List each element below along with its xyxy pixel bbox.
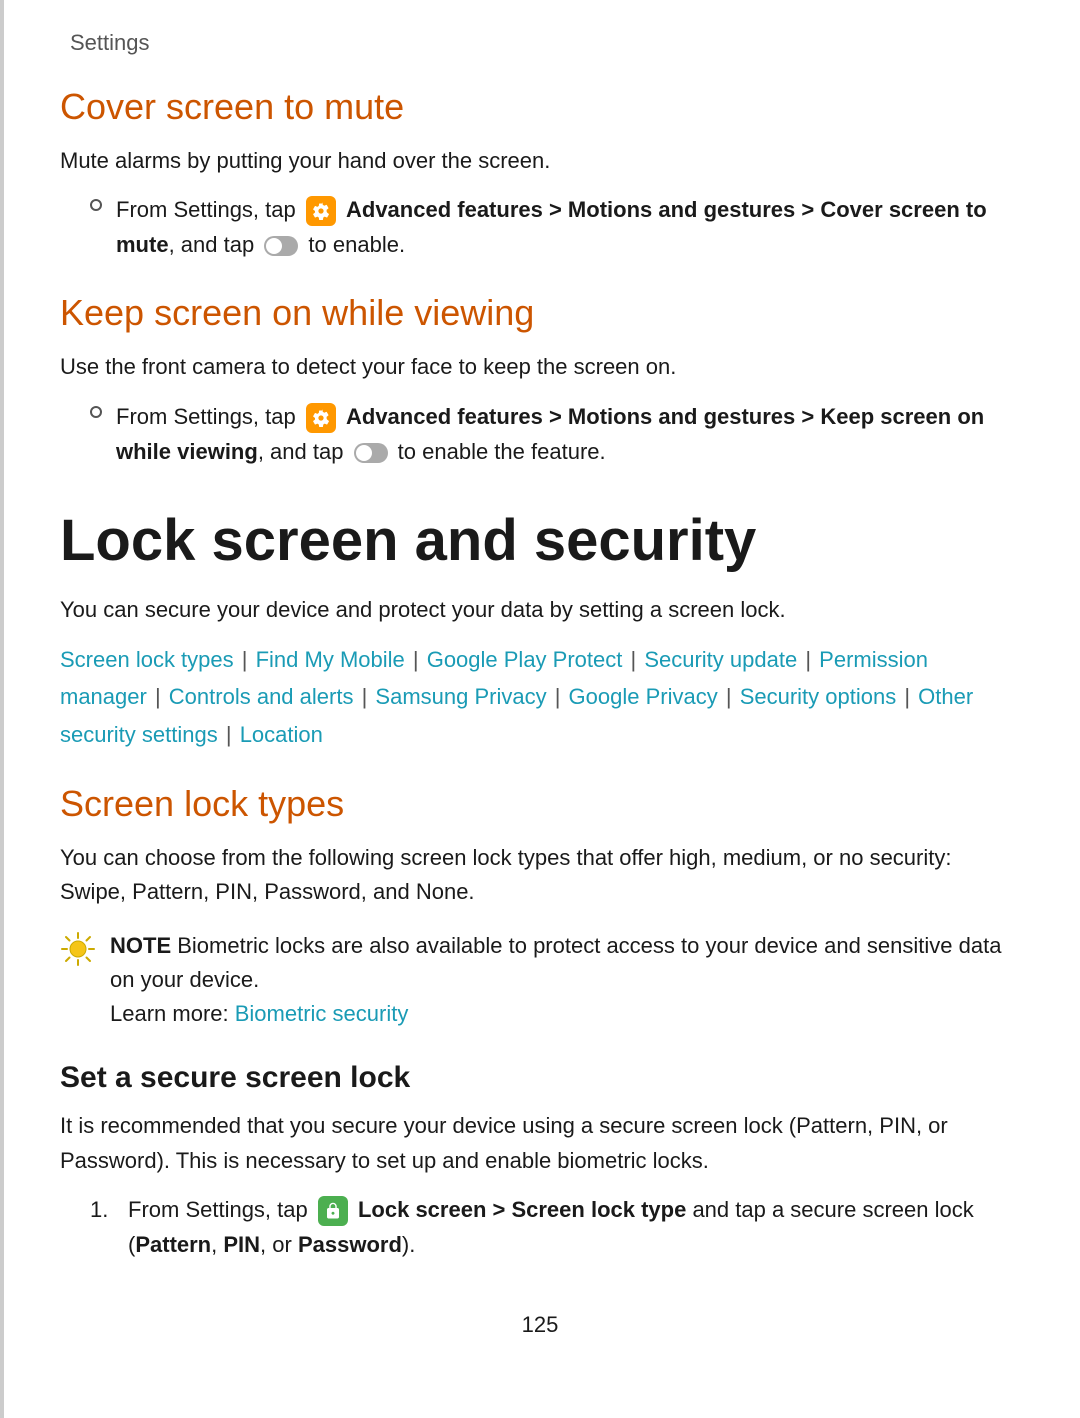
sep-9: |	[898, 684, 916, 709]
link-controls-alerts[interactable]: Controls and alerts	[169, 684, 354, 709]
sep-1: |	[236, 647, 254, 672]
sep-2: |	[407, 647, 425, 672]
page-container: Settings Cover screen to mute Mute alarm…	[0, 0, 1080, 1418]
link-location[interactable]: Location	[240, 722, 323, 747]
screen-lock-types-title: Screen lock types	[60, 783, 1020, 825]
note-icon	[60, 931, 96, 972]
link-find-my-mobile[interactable]: Find My Mobile	[256, 647, 405, 672]
note-label: NOTE	[110, 933, 171, 958]
option-pin: PIN	[223, 1232, 260, 1257]
link-google-play-protect[interactable]: Google Play Protect	[427, 647, 623, 672]
sep-5: |	[149, 684, 167, 709]
link-screen-lock-types[interactable]: Screen lock types	[60, 647, 234, 672]
link-google-privacy[interactable]: Google Privacy	[569, 684, 718, 709]
settings-icon-2	[306, 403, 336, 433]
sep-8: |	[720, 684, 738, 709]
link-security-update[interactable]: Security update	[644, 647, 797, 672]
keep-screen-instruction-item: From Settings, tap Advanced features > M…	[90, 399, 1020, 469]
note-body: Biometric locks are also available to pr…	[110, 933, 1001, 992]
note-text: NOTE Biometric locks are also available …	[110, 929, 1020, 1031]
bullet-circle	[90, 199, 102, 211]
keep-screen-instruction-text: From Settings, tap Advanced features > M…	[116, 399, 1020, 469]
sep-6: |	[355, 684, 373, 709]
lock-screen-description: You can secure your device and protect y…	[60, 593, 1020, 627]
note-box: NOTE Biometric locks are also available …	[60, 929, 1020, 1031]
sep-3: |	[624, 647, 642, 672]
sep-7: |	[549, 684, 567, 709]
numbered-marker-1: 1.	[90, 1192, 124, 1227]
cover-screen-description: Mute alarms by putting your hand over th…	[60, 144, 1020, 178]
screen-lock-types-description: You can choose from the following screen…	[60, 841, 1020, 909]
numbered-list: 1. From Settings, tap Lock screen > Scre…	[90, 1192, 1020, 1262]
numbered-item-1: 1. From Settings, tap Lock screen > Scre…	[90, 1192, 1020, 1262]
sep-4: |	[799, 647, 817, 672]
keep-screen-instructions: From Settings, tap Advanced features > M…	[90, 399, 1020, 469]
numbered-item-1-text: From Settings, tap Lock screen > Screen …	[128, 1192, 1020, 1262]
keep-screen-description: Use the front camera to detect your face…	[60, 350, 1020, 384]
cover-screen-instruction-item: From Settings, tap Advanced features > M…	[90, 192, 1020, 262]
sep-10: |	[220, 722, 238, 747]
link-security-options[interactable]: Security options	[740, 684, 897, 709]
option-pattern: Pattern	[135, 1232, 211, 1257]
set-secure-lock-description: It is recommended that you secure your d…	[60, 1109, 1020, 1177]
breadcrumb: Settings	[60, 30, 1020, 56]
cover-screen-instruction-text: From Settings, tap Advanced features > M…	[116, 192, 1020, 262]
chapter-title: Lock screen and security	[60, 509, 1020, 573]
set-secure-lock-title: Set a secure screen lock	[60, 1061, 1020, 1095]
link-samsung-privacy[interactable]: Samsung Privacy	[375, 684, 546, 709]
learn-more-prefix: Learn more:	[110, 1001, 235, 1026]
link-biometric-security[interactable]: Biometric security	[235, 1001, 409, 1026]
bullet-circle-2	[90, 406, 102, 418]
cover-screen-title: Cover screen to mute	[60, 86, 1020, 128]
settings-icon	[306, 196, 336, 226]
cover-screen-instructions: From Settings, tap Advanced features > M…	[90, 192, 1020, 262]
page-number: 125	[60, 1312, 1020, 1358]
lock-icon	[318, 1196, 348, 1226]
left-border	[0, 0, 4, 1418]
toggle-icon-keep	[354, 443, 388, 463]
keep-screen-title: Keep screen on while viewing	[60, 292, 1020, 334]
links-section: Screen lock types | Find My Mobile | Goo…	[60, 641, 1020, 753]
toggle-icon-cover	[264, 236, 298, 256]
nav-path-lock: Lock screen > Screen lock type	[358, 1197, 686, 1222]
option-password: Password	[298, 1232, 402, 1257]
